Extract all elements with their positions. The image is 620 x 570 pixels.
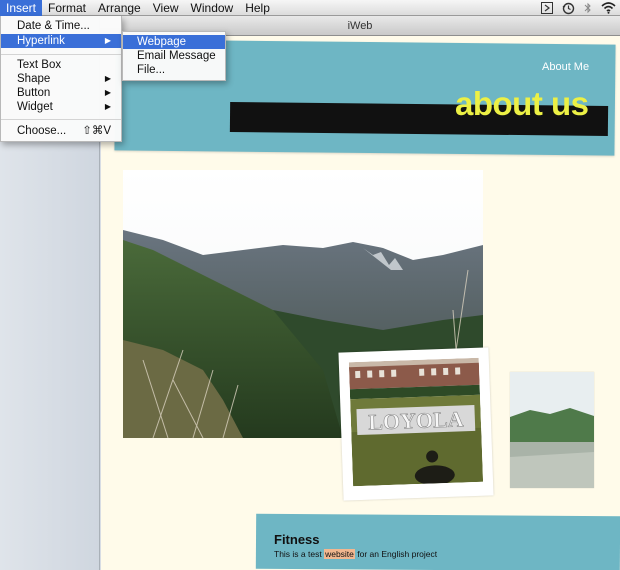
menu-item-label: Widget bbox=[17, 101, 53, 113]
submenu-arrow-icon: ▶ bbox=[104, 36, 111, 45]
submenu-item-file[interactable]: File... bbox=[123, 63, 225, 77]
bluetooth-icon[interactable] bbox=[584, 2, 592, 14]
menu-item-label: Choose... bbox=[17, 125, 67, 137]
window-title: iWeb bbox=[347, 20, 373, 32]
fitness-body-before: This is a test bbox=[274, 549, 325, 559]
menu-item-text-box[interactable]: Text Box bbox=[1, 58, 121, 72]
menu-insert[interactable]: Insert bbox=[0, 0, 43, 16]
photo-river[interactable] bbox=[510, 372, 594, 488]
fitness-body-selected-link[interactable]: website bbox=[324, 549, 355, 559]
menu-format[interactable]: Format bbox=[42, 0, 92, 16]
menu-item-label: Date & Time... bbox=[17, 20, 90, 32]
loyola-sign-text: LOYOLA bbox=[368, 406, 464, 434]
insert-menu-dropdown: Date & Time... Hyperlink ▶ Text Box Shap… bbox=[0, 16, 122, 142]
fitness-body-after: for an English project bbox=[354, 549, 438, 559]
menu-item-button[interactable]: Button ▶ bbox=[1, 86, 121, 100]
menu-arrange[interactable]: Arrange bbox=[92, 0, 147, 16]
submenu-item-webpage[interactable]: Webpage bbox=[123, 35, 225, 49]
menu-item-widget[interactable]: Widget ▶ bbox=[1, 100, 121, 114]
menubar: Insert Format Arrange View Window Help bbox=[0, 0, 620, 16]
submenu-arrow-icon: ▶ bbox=[104, 88, 111, 97]
menu-item-shortcut: ⇧⌘V bbox=[82, 125, 111, 137]
menu-item-shape[interactable]: Shape ▶ bbox=[1, 72, 121, 86]
menu-item-label: Button bbox=[17, 87, 51, 99]
submenu-item-label: Webpage bbox=[137, 36, 187, 48]
submenu-arrow-icon: ▶ bbox=[104, 74, 111, 83]
menu-window[interactable]: Window bbox=[185, 0, 240, 16]
menu-help[interactable]: Help bbox=[239, 0, 276, 16]
hyperlink-submenu: Webpage Email Message File... bbox=[122, 31, 226, 81]
menu-item-label: Text Box bbox=[17, 59, 62, 71]
submenu-item-label: Email Message bbox=[137, 50, 216, 62]
fitness-heading[interactable]: Fitness bbox=[274, 532, 320, 547]
wifi-icon[interactable] bbox=[601, 2, 616, 14]
time-machine-icon[interactable] bbox=[562, 2, 575, 15]
menu-item-label: Shape bbox=[17, 73, 51, 85]
submenu-item-label: File... bbox=[137, 64, 166, 76]
menu-item-hyperlink[interactable]: Hyperlink ▶ bbox=[1, 34, 121, 48]
photo-loyola-sign[interactable]: LOYOLA bbox=[338, 347, 494, 501]
menu-item-choose[interactable]: Choose... ⇧⌘V bbox=[1, 124, 121, 138]
menu-item-label: Hyperlink bbox=[17, 35, 65, 47]
fitness-body-text[interactable]: This is a test website for an English pr… bbox=[274, 549, 437, 559]
menu-item-date-time[interactable]: Date & Time... bbox=[1, 19, 121, 33]
nav-link-about-me[interactable]: About Me bbox=[542, 61, 589, 73]
menubar-status-area bbox=[541, 0, 616, 16]
submenu-arrow-icon: ▶ bbox=[104, 102, 111, 111]
submenu-item-email-message[interactable]: Email Message bbox=[123, 49, 225, 63]
menu-view[interactable]: View bbox=[147, 0, 185, 16]
page-title[interactable]: about us bbox=[455, 85, 589, 123]
menu-separator bbox=[1, 54, 121, 55]
menu-separator bbox=[1, 119, 121, 120]
script-menu-icon[interactable] bbox=[541, 2, 553, 14]
